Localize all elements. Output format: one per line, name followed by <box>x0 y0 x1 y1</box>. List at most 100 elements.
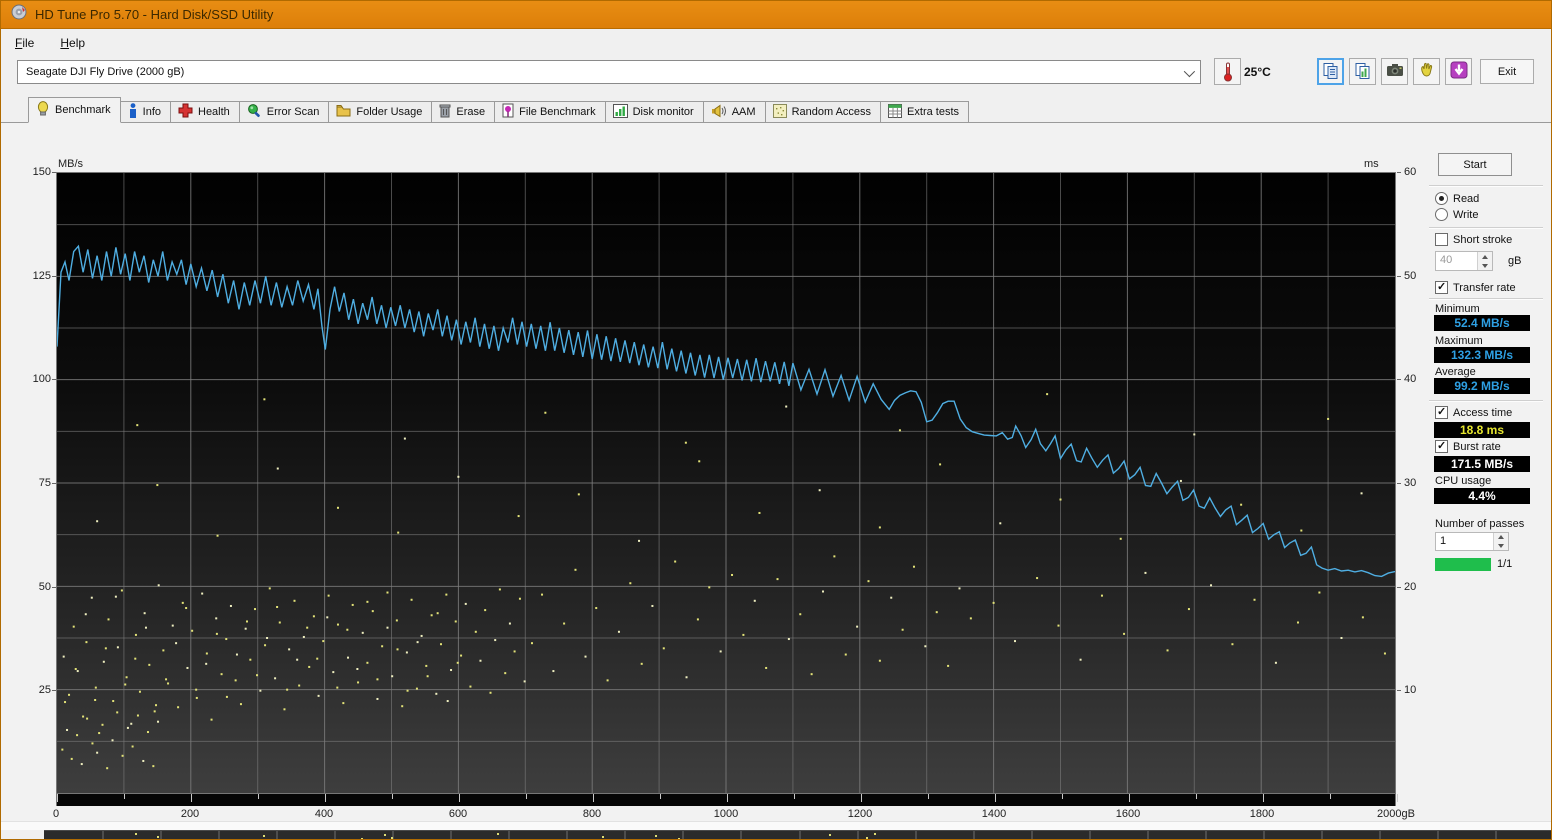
access-time-dot <box>947 664 950 667</box>
burst-rate-checkbox[interactable]: Burst rate <box>1435 440 1501 453</box>
minimum-label: Minimum <box>1435 303 1480 315</box>
short-stroke-checkbox[interactable]: Short stroke <box>1435 233 1512 246</box>
x-tick-label: 1600 <box>1115 808 1141 820</box>
access-time-dot <box>731 573 734 576</box>
access-time-dot <box>1036 577 1039 580</box>
access-time-dot <box>935 611 938 614</box>
download-button[interactable] <box>1445 58 1472 85</box>
write-radio-circle[interactable] <box>1435 208 1448 221</box>
access-time-dot <box>283 708 286 711</box>
access-time-dot <box>1144 571 1147 574</box>
access-time-dot <box>62 655 65 658</box>
camera-icon <box>1386 63 1404 80</box>
access-time-dot <box>134 657 137 660</box>
average-label: Average <box>1435 366 1476 378</box>
access-time-dot <box>302 635 305 638</box>
tab-label: AAM <box>731 106 756 118</box>
access-time-dot <box>68 693 71 696</box>
screenshot-button[interactable] <box>1381 58 1408 85</box>
maximum-label: Maximum <box>1435 335 1483 347</box>
access-time-dot <box>308 665 311 668</box>
access-time-dot <box>386 626 389 629</box>
access-time-dot <box>765 666 768 669</box>
access-time-dot <box>844 653 847 656</box>
access-time-dot <box>456 661 459 664</box>
tab-info[interactable]: Info <box>119 101 171 123</box>
access-time-dot <box>403 437 406 440</box>
access-time-dot <box>317 694 320 697</box>
access-time-dot <box>134 633 137 636</box>
tab-health[interactable]: Health <box>170 101 240 123</box>
access-time-dot <box>544 411 547 414</box>
access-time-dot <box>674 560 677 563</box>
access-time-checkbox[interactable]: Access time <box>1435 406 1512 419</box>
tab-error-scan[interactable]: Error Scan <box>238 101 330 123</box>
temperature-value: 25°C <box>1244 65 1271 79</box>
tab-aam[interactable]: AAM <box>702 101 766 123</box>
window-title: HD Tune Pro 5.70 - Hard Disk/SSD Utility <box>35 7 274 22</box>
access-time-dot <box>121 754 124 757</box>
tab-erase[interactable]: Erase <box>431 101 496 123</box>
drive-select[interactable]: Seagate DJI Fly Drive (2000 gB) <box>17 60 1201 84</box>
access-time-dot <box>102 660 105 663</box>
access-time-dot <box>391 675 394 678</box>
access-time-dot <box>239 703 242 706</box>
access-time-dot <box>136 424 139 427</box>
access-time-dot <box>595 607 598 610</box>
tab-benchmark[interactable]: Benchmark <box>28 97 121 123</box>
access-time-dot <box>684 441 687 444</box>
access-time-dot <box>347 656 350 659</box>
temperature-button[interactable] <box>1214 58 1241 85</box>
access-time-dot <box>326 616 329 619</box>
tab-random-access[interactable]: Random Access <box>764 101 882 123</box>
panel-bottom-edge <box>1 821 1551 830</box>
menu-help[interactable]: Help <box>60 36 85 50</box>
access-time-dot <box>606 679 609 682</box>
access-time-dot <box>249 658 252 661</box>
access-time-dot <box>1179 479 1182 482</box>
hand-button[interactable] <box>1413 58 1440 85</box>
access-time-dot <box>662 647 665 650</box>
access-time-dot <box>518 597 521 600</box>
access-time-dot <box>205 652 208 655</box>
transfer-rate-checkbox[interactable]: Transfer rate <box>1435 281 1516 294</box>
passes-spinner[interactable]: 1 <box>1435 532 1509 551</box>
access-time-dot <box>376 678 379 681</box>
menu-file[interactable]: File <box>15 36 34 50</box>
access-time-dot <box>1119 537 1122 540</box>
read-radio-circle[interactable] <box>1435 192 1448 205</box>
tab-disk-monitor[interactable]: Disk monitor <box>604 101 704 123</box>
access-time-dot <box>1360 492 1363 495</box>
x-tick-label: 1000 <box>713 808 739 820</box>
access-time-dot <box>256 674 259 677</box>
disk-monitor-icon <box>612 103 628 121</box>
access-time-dot <box>381 645 384 648</box>
access-time-dot <box>785 405 788 408</box>
access-time-dot <box>177 706 180 709</box>
access-time-dot <box>454 620 457 623</box>
copy-text-button[interactable] <box>1317 58 1344 85</box>
read-radio[interactable]: Read <box>1435 192 1479 205</box>
access-time-dot <box>288 648 291 651</box>
access-time-dot <box>1014 640 1017 643</box>
x-tick-label: 0 <box>52 808 60 820</box>
access-time-dot <box>1240 503 1243 506</box>
access-time-dot <box>992 601 995 604</box>
access-time-dot <box>969 617 972 620</box>
exit-button[interactable]: Exit <box>1480 59 1534 84</box>
tab-extra-tests[interactable]: Extra tests <box>880 101 970 123</box>
access-time-dot <box>489 691 492 694</box>
short-stroke-spinner[interactable]: 40 <box>1435 251 1493 271</box>
x-tick-label: 2000gB <box>1377 808 1415 820</box>
start-button[interactable]: Start <box>1438 153 1512 176</box>
tab-folder-usage[interactable]: Folder Usage <box>328 101 433 123</box>
access-time-dot <box>1059 498 1062 501</box>
write-radio[interactable]: Write <box>1435 208 1478 221</box>
access-time-dot <box>155 704 158 707</box>
copy-image-button[interactable] <box>1349 58 1376 85</box>
access-time-dot <box>508 622 511 625</box>
access-time-dot <box>215 632 218 635</box>
access-time-dot <box>460 654 463 657</box>
menu-bar: File Help <box>1 30 1551 55</box>
tab-file-benchmark[interactable]: File Benchmark <box>494 101 606 123</box>
